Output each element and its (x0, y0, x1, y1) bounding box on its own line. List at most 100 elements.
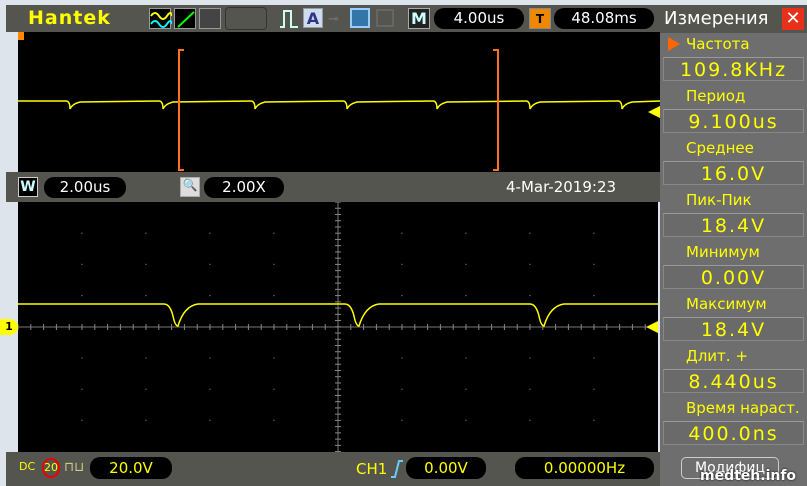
grid-dot (529, 232, 531, 234)
grid-dot (465, 263, 467, 265)
grid-dot (593, 295, 595, 297)
grid-dot (273, 388, 275, 390)
trigger-source: CH1 (356, 460, 388, 478)
grid-dot (593, 388, 595, 390)
datetime: 4-Mar-2019:23 (506, 178, 617, 196)
print-icon[interactable] (376, 9, 394, 27)
grid-dot (273, 263, 275, 265)
grid-dot (593, 357, 595, 359)
grid-dot (209, 388, 211, 390)
measurement-value[interactable]: 0.00V (663, 265, 804, 289)
auto-icon[interactable]: A (303, 8, 323, 28)
measurement-label: Частота (686, 35, 750, 53)
watermark: medteh.info (700, 468, 797, 484)
grid-dot (401, 263, 403, 265)
invert-icon: ⊓⊔ (64, 460, 85, 475)
measurement-value[interactable]: 18.4V (663, 317, 804, 341)
waveform-icon[interactable] (149, 8, 172, 29)
empty-slot (225, 7, 267, 30)
measurement-label: Максимум (686, 295, 767, 313)
grid-dot (593, 232, 595, 234)
grid-dot (529, 388, 531, 390)
grid-dot (465, 388, 467, 390)
grid-dot (81, 388, 83, 390)
grid-dot (81, 295, 83, 297)
bw-limit-icon: 20 (42, 458, 60, 478)
grid-dot (273, 357, 275, 359)
pulse-trigger-icon[interactable] (279, 9, 299, 29)
rising-edge-icon (391, 460, 403, 478)
grid-dot (465, 357, 467, 359)
grid-dot (145, 263, 147, 265)
grid-dot (273, 232, 275, 234)
timebase-value[interactable]: 4.00us (434, 8, 524, 29)
grid-dot (465, 295, 467, 297)
measurements-panel: Измерения ✕ Частота 109.8KHz Период 9.100… (660, 5, 807, 486)
close-icon[interactable]: ✕ (782, 8, 804, 30)
m-label: M (408, 8, 430, 29)
channel1-marker[interactable]: 1 (0, 319, 18, 335)
w-label: W (18, 177, 38, 197)
grid-dot (529, 295, 531, 297)
measurement-label: Время нараст. (686, 399, 800, 417)
grid-dot (209, 357, 211, 359)
grid-dot (81, 263, 83, 265)
grid-dot (209, 263, 211, 265)
grid-dot (145, 357, 147, 359)
panel-title-text: Измерения (664, 8, 769, 29)
grid-dot (209, 232, 211, 234)
measurement-value[interactable]: 400.0ns (663, 421, 804, 445)
measurement-value[interactable]: 18.4V (663, 213, 804, 237)
measurement-value[interactable]: 109.8KHz (663, 57, 804, 81)
grid-dot (593, 419, 595, 421)
save-icon[interactable] (350, 8, 370, 28)
grid-dot (401, 419, 403, 421)
volts-div[interactable]: 20.0V (90, 457, 172, 479)
zoom-factor[interactable]: 2.00X (204, 177, 284, 198)
grid-dot (209, 295, 211, 297)
frequency-counter: 0.00000Hz (515, 457, 654, 479)
window-timebase[interactable]: 2.00us (44, 177, 126, 198)
grid-dot (145, 295, 147, 297)
measurement-label: Пик-Пик (686, 191, 752, 209)
grid-dot (401, 357, 403, 359)
grid-dot (145, 232, 147, 234)
trigger-time-value[interactable]: 48.08ms (554, 8, 654, 29)
grid-dot (529, 263, 531, 265)
measurement-label: Минимум (686, 243, 760, 261)
measurement-value[interactable]: 16.0V (663, 161, 804, 185)
coupling-dc: DC (19, 460, 36, 473)
trigger-icon: T (529, 8, 551, 29)
grid-dot (273, 419, 275, 421)
grid-dot (529, 357, 531, 359)
grid-dot (81, 419, 83, 421)
grid-dot (145, 388, 147, 390)
xy-mode-icon[interactable] (174, 8, 196, 29)
grid-dot (465, 419, 467, 421)
grid-dot (401, 232, 403, 234)
grid-dot (465, 232, 467, 234)
top-toolbar: Hantek A ⊸ M 4.00us T 48.08ms (6, 5, 660, 32)
measurement-value[interactable]: 8.440us (663, 369, 804, 393)
magnifier-icon[interactable]: 🔍 (180, 177, 200, 197)
zoom-bar: W 2.00us 🔍 2.00X 4-Mar-2019:23 (6, 172, 660, 202)
measurement-label: Длит. + (686, 347, 748, 365)
trigger-level[interactable]: 0.00V (406, 457, 486, 479)
measurement-label: Среднее (686, 139, 754, 157)
overview-waveform (18, 32, 660, 172)
measurement-label: Период (686, 87, 746, 105)
grid-dot (401, 388, 403, 390)
status-bar: DC 20 ⊓⊔ 20.0V CH1 0.00V 0.00000Hz (6, 452, 660, 486)
grid-dot (529, 419, 531, 421)
grid-dot (593, 263, 595, 265)
grid-dot (81, 357, 83, 359)
grid-dot (273, 295, 275, 297)
measurement-value[interactable]: 9.100us (663, 109, 804, 133)
grid-dot (209, 419, 211, 421)
persistence-icon[interactable] (199, 8, 221, 29)
grid-dot (81, 232, 83, 234)
grid-dot (145, 419, 147, 421)
grid-dot (401, 295, 403, 297)
brand-logo: Hantek (28, 7, 111, 29)
trigger-position-marker (18, 32, 24, 40)
